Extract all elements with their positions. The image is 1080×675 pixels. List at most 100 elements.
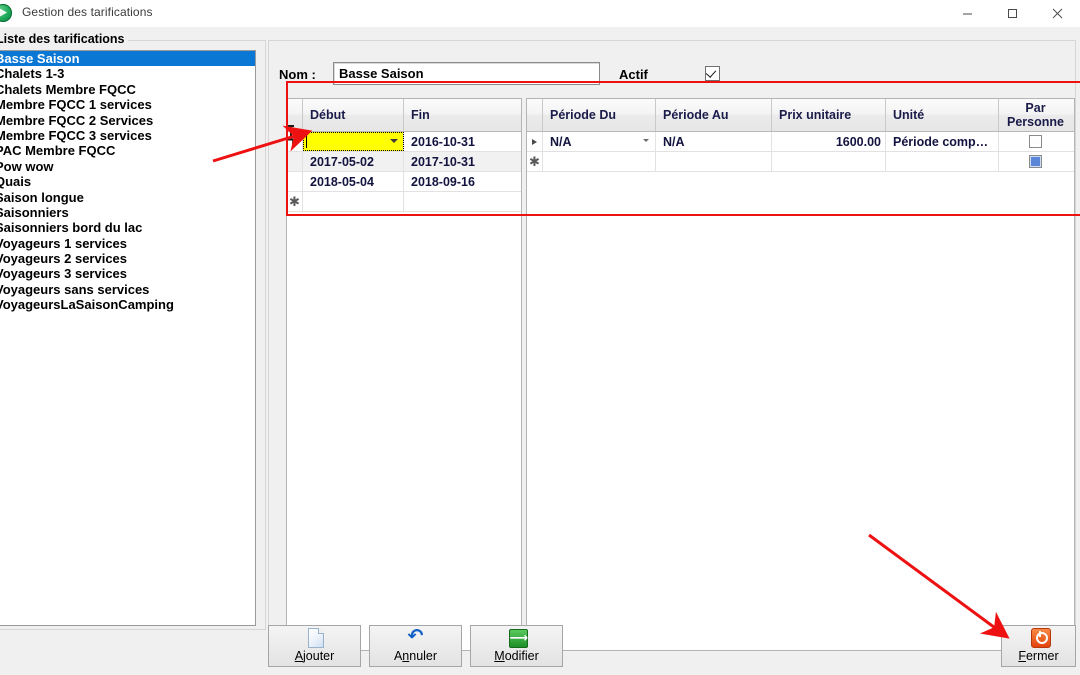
periodes-grid[interactable]: Début Fin 2016-10-31 2017-05-02 2017-10-31… <box>286 98 522 651</box>
chevron-down-icon[interactable] <box>390 139 398 143</box>
fin-cell-value: 2017-10-31 <box>411 154 475 169</box>
unite-cell[interactable] <box>886 152 999 171</box>
tarification-list-item[interactable]: Chalets Membre FQCC <box>0 82 255 97</box>
current-row-arrow-icon <box>532 138 537 145</box>
unite-cell[interactable]: Période comp… <box>886 132 999 151</box>
tarification-list-item[interactable]: Voyageurs sans services <box>0 282 255 297</box>
tarification-list-item[interactable]: Saison longue <box>0 190 255 205</box>
tarification-list-item-label: Voyageurs 2 services <box>0 251 128 267</box>
tarification-list-item[interactable]: Basse Saison <box>0 51 255 67</box>
tarifs-grid-row[interactable]: ✱ <box>527 152 1074 172</box>
par-personne-cell[interactable] <box>999 152 1072 171</box>
tarifs-row-selector[interactable] <box>527 132 543 151</box>
col-header-periode-du[interactable]: Période Du <box>543 99 656 131</box>
tarification-list-item[interactable]: Membre FQCC 3 services <box>0 128 255 143</box>
debut-cell-value: 2017-05-02 <box>310 154 374 169</box>
maximize-icon[interactable] <box>990 0 1035 27</box>
periode-au-cell[interactable] <box>656 152 772 171</box>
col-header-fin[interactable]: Fin <box>404 99 519 131</box>
tarification-list-item-label: Membre FQCC 3 services <box>0 127 152 143</box>
prix-unitaire-cell-value: 1600.00 <box>835 134 881 149</box>
periodes-row-selector[interactable] <box>287 172 303 191</box>
col-header-par-personne-line2: Personne <box>1007 115 1064 129</box>
chevron-down-icon[interactable] <box>643 139 649 142</box>
tarification-list-item[interactable]: Saisonniers <box>0 205 255 220</box>
periodes-grid-row[interactable]: 2016-10-31 <box>287 132 521 152</box>
debut-cell[interactable] <box>303 192 404 211</box>
periodes-grid-row[interactable]: 2017-05-02 2017-10-31 <box>287 152 521 172</box>
periodes-grid-header: Début Fin <box>287 99 521 132</box>
tarification-list-item[interactable]: Membre FQCC 2 Services <box>0 113 255 128</box>
fin-cell[interactable]: 2018-09-16 <box>404 172 519 191</box>
new-row-asterisk-icon: ✱ <box>289 193 300 209</box>
tarification-list-item[interactable]: Chalets 1-3 <box>0 66 255 81</box>
tarification-list-item-label: VoyageursLaSaisonCamping <box>0 297 174 313</box>
nom-label: Nom : <box>279 67 316 82</box>
minimize-icon[interactable] <box>945 0 990 27</box>
close-icon[interactable] <box>1035 0 1080 27</box>
periode-au-cell[interactable]: N/A <box>656 132 772 151</box>
col-header-periode-au[interactable]: Période Au <box>656 99 772 131</box>
window-controls <box>945 0 1080 27</box>
par-personne-checkbox[interactable] <box>1029 135 1042 148</box>
fermer-button[interactable]: Fermer <box>1001 625 1076 667</box>
par-personne-checkbox[interactable] <box>1029 155 1042 168</box>
new-row-asterisk-icon: ✱ <box>529 153 540 169</box>
nom-input[interactable]: Basse Saison <box>333 62 600 85</box>
tarification-list-item[interactable]: Voyageurs 1 services <box>0 236 255 251</box>
ajouter-button[interactable]: Ajouter <box>268 625 361 667</box>
actif-checkbox[interactable] <box>705 66 720 81</box>
tarification-list-item[interactable]: Voyageurs 3 services <box>0 266 255 281</box>
periodes-grid-row[interactable]: ✱ <box>287 192 521 212</box>
text-cursor-ibeam <box>287 125 294 140</box>
tarification-list-item[interactable]: Membre FQCC 1 services <box>0 97 255 112</box>
detail-group: Nom : Basse Saison Actif Début Fin 2016-… <box>268 40 1076 651</box>
periodes-grid-filler <box>287 212 521 650</box>
debut-cell-editor[interactable] <box>303 132 404 151</box>
tarification-list-item[interactable]: VoyageursLaSaisonCamping <box>0 297 255 312</box>
tarification-list-item-label: Saisonniers <box>0 204 69 220</box>
fin-cell[interactable] <box>404 192 519 211</box>
tarification-list-item[interactable]: PAC Membre FQCC <box>0 143 255 158</box>
tarifs-grid-header: Période Du Période Au Prix unitaire Unit… <box>527 99 1074 132</box>
tarification-list-item-label: Chalets 1-3 <box>0 66 65 82</box>
tarification-list-item-label: Saisonniers bord du lac <box>0 220 143 236</box>
tarification-list-item[interactable]: Quais <box>0 174 255 189</box>
tarification-list-item-label: Basse Saison <box>0 51 80 66</box>
periode-au-cell-value: N/A <box>663 134 685 149</box>
periodes-row-selector[interactable] <box>287 152 303 171</box>
prix-unitaire-cell[interactable] <box>772 152 886 171</box>
fin-cell[interactable]: 2017-10-31 <box>404 152 519 171</box>
tarification-list-item[interactable]: Voyageurs 2 services <box>0 251 255 266</box>
periodes-grid-row[interactable]: 2018-05-04 2018-09-16 <box>287 172 521 192</box>
debut-cell[interactable]: 2018-05-04 <box>303 172 404 191</box>
periodes-row-selector[interactable]: ✱ <box>287 192 303 211</box>
tarification-list-item[interactable]: Saisonniers bord du lac <box>0 220 255 235</box>
periode-du-cell[interactable] <box>543 152 656 171</box>
par-personne-cell[interactable] <box>999 132 1072 151</box>
tarifs-row-selector[interactable]: ✱ <box>527 152 543 171</box>
debut-cell-value: 2018-05-04 <box>310 174 374 189</box>
annuler-button-label: Annuler <box>393 649 438 663</box>
tarifications-group: Liste des tarifications Basse Saison Chal… <box>0 32 266 630</box>
tarifs-grid-body: N/A N/A 1600.00 Période comp… ✱ <box>527 132 1074 172</box>
tarification-list-item-label: Voyageurs 3 services <box>0 266 128 282</box>
modifier-button[interactable]: ⟶ Modifier <box>470 625 563 667</box>
tarifs-grid-row[interactable]: N/A N/A 1600.00 Période comp… <box>527 132 1074 152</box>
periode-du-cell[interactable]: N/A <box>543 132 656 151</box>
col-header-debut[interactable]: Début <box>303 99 404 131</box>
annuler-button[interactable]: ↶ Annuler <box>369 625 462 667</box>
tarification-list-item[interactable]: Pow wow <box>0 159 255 174</box>
col-header-par-personne[interactable]: Par Personne <box>999 99 1072 131</box>
col-header-unite[interactable]: Unité <box>886 99 999 131</box>
prix-unitaire-cell[interactable]: 1600.00 <box>772 132 886 151</box>
col-header-prix-unitaire[interactable]: Prix unitaire <box>772 99 886 131</box>
fin-cell[interactable]: 2016-10-31 <box>404 132 519 151</box>
tarifications-listbox[interactable]: Basse Saison Chalets 1-3 Chalets Membre FQ… <box>0 50 256 626</box>
unite-cell-value: Période comp… <box>893 134 989 149</box>
tarifs-grid[interactable]: Période Du Période Au Prix unitaire Unit… <box>526 98 1075 651</box>
fin-cell-value: 2016-10-31 <box>411 134 475 149</box>
modifier-button-label: Modifier <box>494 649 539 663</box>
debut-cell[interactable]: 2017-05-02 <box>303 152 404 171</box>
green-arrow-right-icon: ⟶ <box>506 628 528 648</box>
